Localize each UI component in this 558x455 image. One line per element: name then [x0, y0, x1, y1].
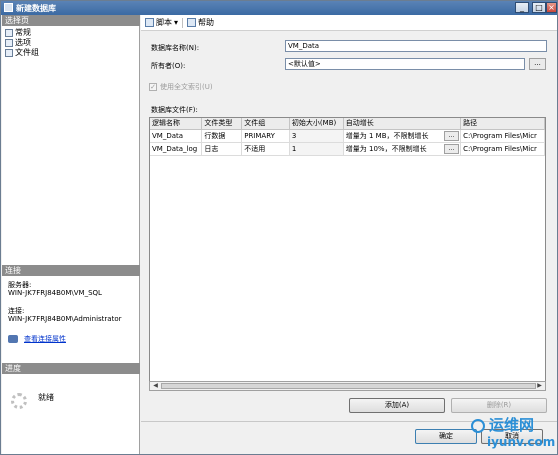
owner-input[interactable]: <默认值>: [285, 58, 525, 70]
help-button[interactable]: 帮助: [187, 17, 214, 28]
table-row[interactable]: VM_Data 行数据 PRIMARY 3 增量为 1 MB，不限制增长... …: [150, 129, 545, 143]
column-header-initial-size[interactable]: 初始大小(MB): [289, 118, 344, 130]
column-header-file-type[interactable]: 文件类型: [201, 118, 243, 130]
table-row[interactable]: VM_Data_log 日志 不适用 1 增量为 10%，不限制增长... C:…: [150, 142, 545, 156]
cell-filegroup[interactable]: 不适用: [241, 142, 290, 156]
autogrowth-edit-button[interactable]: ...: [444, 130, 460, 141]
page-item-options[interactable]: 选项: [5, 38, 31, 47]
autogrowth-edit-button[interactable]: ...: [444, 143, 460, 154]
chevron-down-icon[interactable]: ▾: [174, 18, 178, 27]
db-name-input[interactable]: VM_Data: [285, 40, 547, 52]
owner-label: 所有者(O):: [151, 62, 186, 70]
new-database-dialog: 新建数据库 _ □ × 选择页 常规 选项 文件组 连接 服务器: WIN-JK…: [0, 0, 558, 455]
toolbar-divider: [182, 17, 184, 28]
autogrowth-text: 增量为 10%，不限制增长: [345, 144, 427, 153]
page-item-label: 文件组: [15, 48, 39, 57]
scroll-left-icon[interactable]: ◀: [151, 382, 160, 390]
connection-header: 连接: [2, 265, 140, 276]
database-files-grid[interactable]: 逻辑名称 文件类型 文件组 初始大小(MB) 自动增长 路径 VM_Data 行…: [149, 117, 546, 391]
scroll-right-icon[interactable]: ▶: [535, 382, 544, 390]
page-item-filegroups[interactable]: 文件组: [5, 48, 39, 57]
cell-file-type[interactable]: 日志: [201, 142, 243, 156]
watermark-text-en: iyunv.com: [487, 435, 556, 449]
grid-header-row: 逻辑名称 文件类型 文件组 初始大小(MB) 自动增长 路径: [150, 118, 545, 130]
fulltext-checkbox[interactable]: ✓: [149, 83, 157, 91]
column-header-autogrowth[interactable]: 自动增长: [343, 118, 462, 130]
cell-autogrowth[interactable]: 增量为 10%，不限制增长...: [343, 142, 462, 156]
minimize-button[interactable]: _: [515, 2, 529, 13]
progress-spinner-icon: [11, 393, 27, 409]
cell-path[interactable]: C:\Program Files\Micr: [460, 142, 545, 156]
remove-button[interactable]: 删除(R): [451, 398, 547, 413]
window-title: 新建数据库: [16, 4, 56, 13]
owner-browse-button[interactable]: ...: [529, 58, 546, 70]
cell-initial-size[interactable]: 3: [289, 129, 344, 143]
title-bar: 新建数据库 _ □ ×: [1, 1, 557, 15]
page-item-general[interactable]: 常规: [5, 28, 31, 37]
autogrowth-text: 增量为 1 MB，不限制增长: [345, 131, 429, 140]
column-header-filegroup[interactable]: 文件组: [241, 118, 290, 130]
db-files-label: 数据库文件(F):: [151, 106, 198, 114]
database-icon: [4, 3, 13, 12]
cell-logical-name[interactable]: VM_Data: [150, 129, 203, 143]
horizontal-scrollbar[interactable]: ◀ ▶: [149, 381, 546, 391]
cell-path[interactable]: C:\Program Files\Micr: [460, 129, 545, 143]
cell-autogrowth[interactable]: 增量为 1 MB，不限制增长...: [343, 129, 462, 143]
watermark-logo-icon: [471, 419, 485, 433]
help-label: 帮助: [198, 18, 215, 27]
page-icon: [5, 48, 13, 57]
scrollbar-thumb[interactable]: [161, 383, 536, 389]
fulltext-label: 使用全文索引(U): [160, 83, 213, 91]
connection-properties-icon: [8, 335, 18, 343]
add-button[interactable]: 添加(A): [349, 398, 445, 413]
script-button[interactable]: 脚本 ▾: [145, 17, 178, 28]
toolbar: 脚本 ▾ 帮助: [141, 15, 557, 31]
site-watermark: 运维网 iyunv.com: [471, 413, 555, 453]
cell-initial-size[interactable]: 1: [289, 142, 344, 156]
cell-file-type[interactable]: 行数据: [201, 129, 243, 143]
progress-status: 就绪: [38, 393, 54, 402]
column-header-logical-name[interactable]: 逻辑名称: [150, 118, 203, 130]
watermark-text-cn: 运维网: [489, 416, 535, 434]
maximize-button[interactable]: □: [532, 2, 546, 13]
ok-button[interactable]: 确定: [415, 429, 477, 444]
cell-logical-name[interactable]: VM_Data_log: [150, 142, 203, 156]
db-name-label: 数据库名称(N):: [151, 44, 200, 52]
help-icon: [187, 18, 197, 27]
cell-filegroup[interactable]: PRIMARY: [241, 129, 290, 143]
server-value: WIN-JK7FRJ84B0M\VM_SQL: [8, 289, 102, 297]
script-icon: [145, 18, 154, 27]
page-icon: [5, 28, 13, 37]
connection-value: WIN-JK7FRJ84B0M\Administrator: [8, 315, 122, 323]
left-pane: 选择页 常规 选项 文件组 连接 服务器: WIN-JK7FRJ84B0M\VM…: [2, 15, 140, 454]
close-button[interactable]: ×: [546, 2, 557, 13]
script-label: 脚本: [156, 18, 172, 27]
view-connection-properties-link[interactable]: 查看连接属性: [24, 334, 66, 344]
progress-header: 进度: [2, 363, 140, 374]
select-page-header: 选择页: [2, 15, 140, 26]
column-header-path[interactable]: 路径: [460, 118, 545, 130]
page-icon: [5, 38, 13, 47]
